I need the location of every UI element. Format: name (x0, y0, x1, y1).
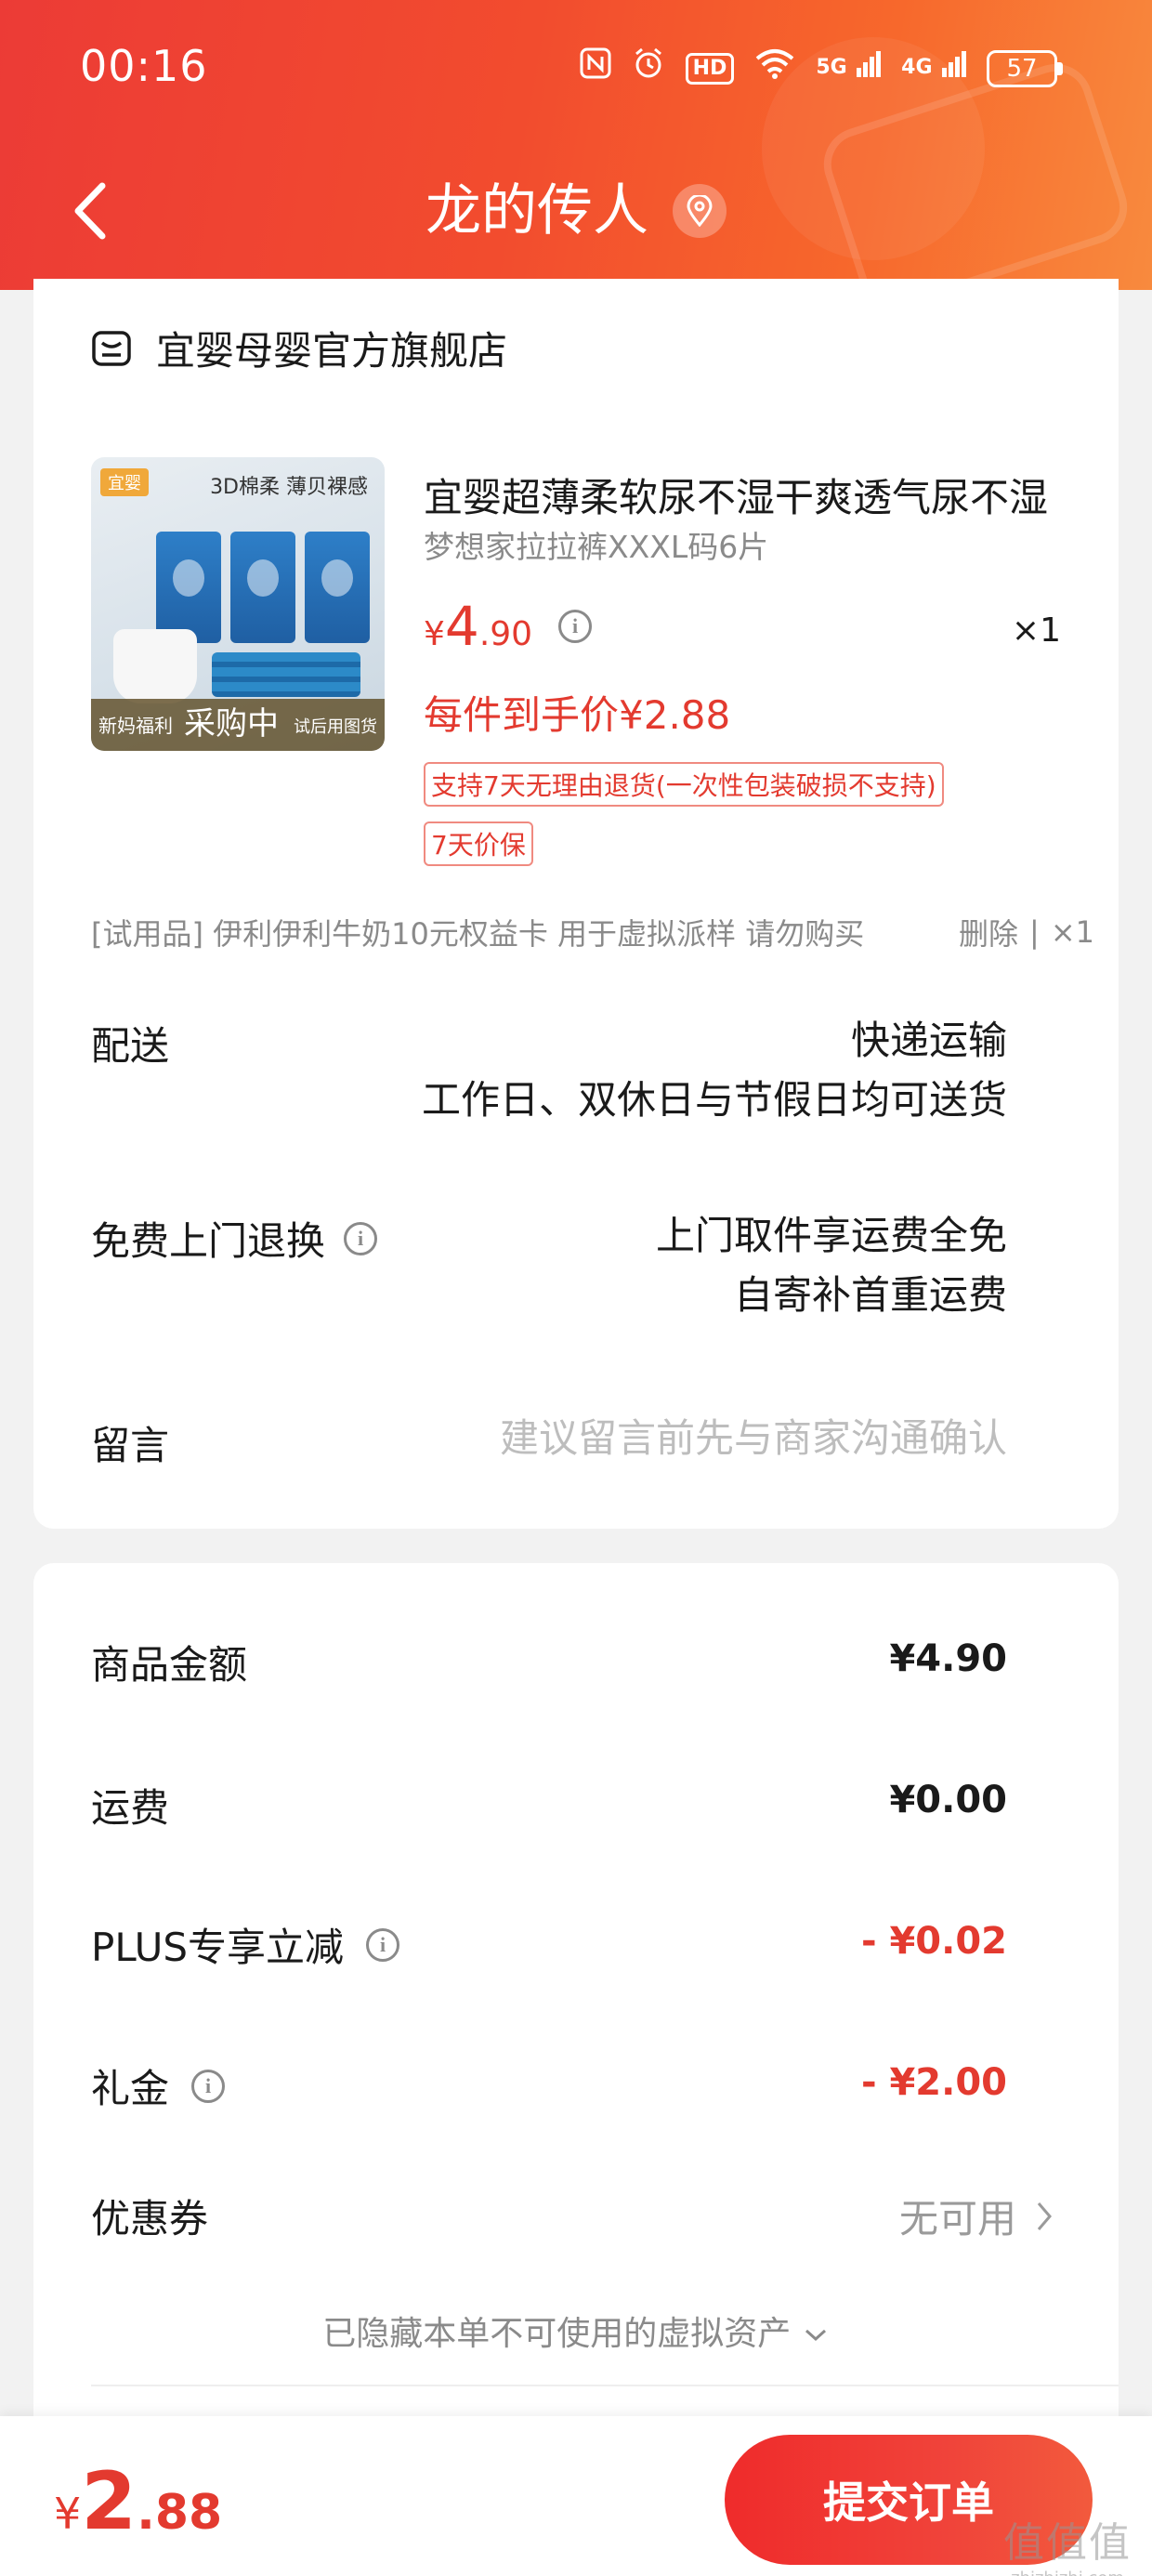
info-icon[interactable]: i (191, 2069, 226, 2103)
shipping-label-text: 运费 (91, 1785, 170, 1831)
price-protect-tag: 7天价保 (424, 821, 533, 866)
gift-money-label-text: 礼金 (91, 2066, 170, 2111)
returns-label: 免费上门退换 i (91, 1210, 378, 1267)
image-banner-right: 试后用图货 (294, 717, 377, 737)
plus-discount-label-text: PLUS专享立减 (91, 1925, 345, 1970)
goods-amount-label: 商品金额 (91, 1634, 247, 1690)
divider (91, 2385, 1119, 2386)
trial-separator: | (1029, 914, 1040, 950)
info-icon[interactable]: i (366, 1927, 400, 1962)
signal-4g-icon: 4G (901, 49, 966, 87)
total-price: ¥ 2 .88 (54, 2455, 222, 2548)
wifi-icon (754, 47, 795, 89)
image-banner: 新妈福利 采购中 试后用图货 (91, 699, 385, 751)
watermark-url: zhizhizhi.com (1003, 2569, 1132, 2576)
product-price: ¥ 4 .90 i (424, 595, 593, 658)
header: 00:16 HD 5G 4G 57 龙的传人 (0, 0, 1152, 290)
product-spec: 梦想家拉拉裤XXXL码6片 (424, 529, 769, 565)
info-icon[interactable]: i (558, 610, 593, 643)
package-shape (305, 532, 370, 643)
brand-tag: 宜婴 (100, 468, 149, 496)
diaper-shape (113, 629, 197, 703)
delivery-label: 配送 (91, 1015, 169, 1071)
address-selector[interactable]: 龙的传人 (425, 169, 727, 253)
hidden-assets-toggle[interactable]: 已隐藏本单不可使用的虚拟资产 (33, 2307, 1119, 2355)
alarm-icon (632, 46, 665, 90)
total-dec: .88 (137, 2485, 223, 2541)
trial-item-text: [试用品] 伊利伊利牛奶10元权益卡 用于虚拟派样 请勿购买 (91, 916, 865, 952)
product-title[interactable]: 宜婴超薄柔软尿不湿干爽透气尿不湿 (424, 467, 1093, 523)
product-quantity: ×1 (1011, 611, 1061, 650)
gift-money-value: - ¥2.00 (860, 2061, 1007, 2104)
battery-icon: 57 (987, 49, 1063, 87)
location-pin-icon (673, 184, 727, 238)
price-currency: ¥ (424, 615, 445, 653)
status-icons: HD 5G 4G 57 (580, 46, 1063, 90)
signal-5g-label: 5G (816, 56, 847, 79)
nfc-icon (580, 47, 611, 89)
battery-level: 57 (987, 49, 1057, 87)
shipping-label: 运费 (91, 1777, 169, 1833)
status-time: 00:16 (80, 41, 208, 91)
store-header[interactable]: 宜婴母婴官方旗舰店 (91, 320, 507, 376)
store-name: 宜婴母婴官方旗舰店 (156, 328, 508, 374)
chevron-right-icon (1037, 2201, 1052, 2230)
price-dec: .90 (478, 615, 533, 653)
message-input[interactable]: 建议留言前先与商家沟通确认 (500, 1409, 1007, 1468)
message-label-text: 留言 (91, 1423, 170, 1468)
plus-discount-value: - ¥0.02 (860, 1920, 1007, 1963)
status-bar: 00:16 HD 5G 4G 57 (0, 0, 1152, 139)
image-banner-left: 新妈福利 (98, 715, 173, 737)
store-icon (92, 330, 131, 366)
trial-delete-button[interactable]: 删除 (959, 911, 1018, 953)
product-image[interactable]: 宜婴 3D棉柔 薄贝裸感 新妈福利 采购中 试后用图货 (91, 457, 385, 751)
delivery-schedule: 工作日、双休日与节假日均可送货 (421, 1077, 1007, 1123)
total-currency: ¥ (54, 2489, 82, 2539)
coupon-selector[interactable]: 无可用 (899, 2188, 1054, 2244)
watermark-logo: 值值值 (1003, 2519, 1132, 2567)
total-int: 2 (81, 2455, 137, 2548)
checkout-bar: ¥ 2 .88 提交订单 值值值 zhizhizhi.com (0, 2416, 1152, 2576)
returns-label-text: 免费上门退换 (91, 1218, 326, 1264)
battery-tip (1057, 61, 1063, 75)
nav-title-wrap: 龙的传人 (0, 169, 1152, 253)
price-int: 4 (444, 595, 479, 658)
trial-quantity: ×1 (1050, 914, 1094, 950)
nav-title: 龙的传人 (425, 178, 648, 243)
goods-amount-label-text: 商品金额 (91, 1642, 248, 1688)
info-icon[interactable]: i (344, 1221, 378, 1255)
return-policy-tag: 支持7天无理由退货(一次性包装破损不支持) (424, 762, 944, 807)
gift-money-label: 礼金 i (91, 2057, 226, 2114)
order-card: 宜婴母婴官方旗舰店 宜婴 3D棉柔 薄贝裸感 新妈福利 采购中 试后用图货 宜婴… (33, 279, 1119, 1529)
hidden-assets-note: 已隐藏本单不可使用的虚拟资产 (322, 2315, 792, 2353)
coupon-label: 优惠券 (91, 2188, 208, 2244)
net-price: 每件到手价¥2.88 (424, 692, 731, 738)
signal-5g-icon: 5G (816, 49, 882, 87)
returns-info: 上门取件享运费全免 自寄补首重运费 (656, 1206, 1007, 1325)
goods-amount-value: ¥4.90 (889, 1637, 1007, 1680)
purchasing-status: 采购中 (184, 705, 279, 743)
delivery-label-text: 配送 (91, 1023, 170, 1069)
returns-line2: 自寄补首重运费 (733, 1272, 1007, 1318)
package-shape (230, 532, 295, 643)
signal-4g-label: 4G (901, 56, 933, 79)
shipping-value: ¥0.00 (889, 1779, 1007, 1821)
message-label: 留言 (91, 1414, 169, 1471)
delivery-info[interactable]: 快递运输 工作日、双休日与节假日均可送货 (422, 1011, 1007, 1130)
trial-item-row: [试用品] 伊利伊利牛奶10元权益卡 用于虚拟派样 请勿购买 删除 | ×1 (91, 911, 1094, 953)
returns-line1: 上门取件享运费全免 (655, 1213, 1007, 1258)
plus-discount-label: PLUS专享立减 i (91, 1916, 400, 1973)
coupon-value: 无可用 (898, 2196, 1016, 2241)
package-shape (156, 532, 221, 643)
image-headline: 3D棉柔 薄贝裸感 (210, 476, 368, 499)
hd-icon: HD (685, 52, 735, 85)
package-stack-shape (212, 652, 360, 697)
nav-bar: 龙的传人 (0, 158, 1152, 260)
chevron-down-icon (805, 2329, 826, 2342)
watermark: 值值值 zhizhizhi.com (1003, 2509, 1132, 2576)
delivery-method: 快递运输 (850, 1018, 1007, 1063)
coupon-label-text: 优惠券 (91, 2196, 209, 2241)
